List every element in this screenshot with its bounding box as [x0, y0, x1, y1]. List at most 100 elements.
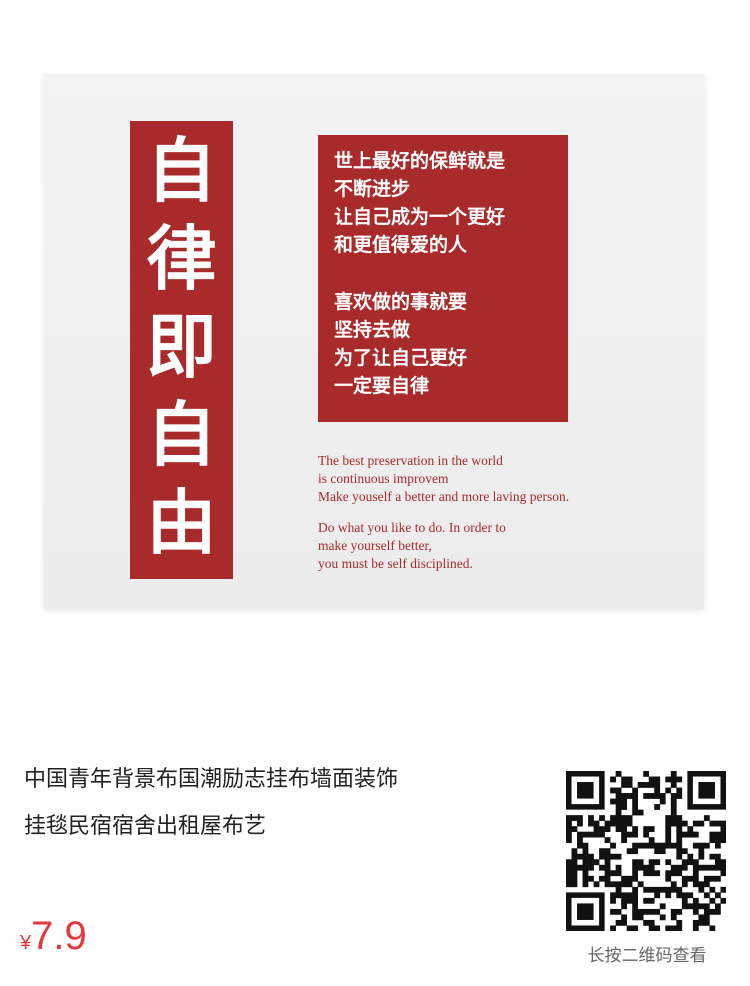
qr-module [632, 804, 639, 810]
qr-module [610, 820, 616, 827]
qr-module [571, 853, 578, 860]
qr-module [566, 815, 572, 821]
qr-module [670, 782, 677, 788]
qr-module [714, 875, 721, 882]
qr-module [714, 864, 721, 871]
qr-module [604, 853, 611, 860]
qr-module [604, 848, 611, 855]
qr-module [582, 848, 589, 855]
qr-module [670, 771, 677, 777]
qr-module [566, 875, 572, 882]
qr-module [676, 776, 683, 783]
qr-module [687, 831, 694, 838]
qr-module [681, 875, 688, 882]
qr-module [577, 831, 583, 838]
qr-module [654, 776, 661, 783]
qr-module [692, 903, 699, 910]
qr-module [632, 831, 639, 838]
qr-module [571, 859, 578, 866]
qr-module [676, 870, 683, 877]
qr-module [714, 908, 721, 915]
qr-module [632, 903, 639, 910]
qr-module [615, 815, 622, 821]
qr-module [648, 864, 655, 871]
qr-module [681, 864, 688, 871]
qr-module [643, 908, 650, 915]
qr-module [648, 842, 655, 849]
qr-module [659, 793, 666, 799]
qr-module [632, 787, 639, 794]
qr-module [665, 842, 672, 849]
qr-module [720, 826, 727, 832]
qr-module [676, 826, 683, 832]
qr-module [610, 897, 616, 904]
qr-module [593, 831, 600, 838]
qr-module [714, 859, 721, 866]
english-quote-line: make yourself better, [318, 538, 432, 553]
qr-code-icon[interactable] [566, 771, 727, 932]
qr-module [621, 881, 627, 888]
quote-line: 为了让自己更好 [334, 347, 468, 369]
qr-module [582, 831, 589, 838]
qr-module [610, 787, 616, 794]
qr-module [654, 870, 661, 877]
qr-module [676, 831, 683, 838]
qr-module [665, 826, 672, 832]
qr-module [692, 831, 699, 838]
qr-module [632, 875, 639, 882]
qr-module [687, 903, 694, 910]
qr-module [593, 881, 600, 888]
qr-module [665, 776, 672, 783]
qr-module [626, 848, 633, 855]
qr-module [692, 908, 699, 915]
qr-module [676, 853, 683, 860]
qr-module [621, 826, 627, 832]
qr-module [637, 881, 644, 888]
qr-module [626, 897, 633, 904]
qr-module [720, 831, 727, 838]
qr-module [637, 864, 644, 871]
qr-module [703, 908, 710, 915]
banner-char: 即 [146, 305, 217, 388]
qr-module [698, 848, 705, 855]
qr-module [643, 782, 650, 788]
qr-module [687, 892, 694, 899]
qr-module [703, 892, 710, 899]
qr-module [681, 831, 688, 838]
qr-module [643, 771, 650, 777]
qr-module [615, 881, 622, 888]
qr-module [566, 881, 572, 888]
qr-finder-pattern [577, 903, 594, 920]
qr-module [714, 903, 721, 910]
qr-module [681, 859, 688, 866]
qr-module [654, 793, 661, 799]
qr-module [703, 875, 710, 882]
qr-module [643, 897, 650, 904]
qr-module [571, 864, 578, 871]
qr-module [571, 870, 578, 877]
qr-module [604, 870, 611, 877]
quote-line: 不断进步 [334, 178, 411, 200]
english-quote-line: The best preservation in the world [318, 453, 503, 468]
qr-module [681, 897, 688, 904]
qr-module [676, 919, 683, 926]
qr-module [698, 886, 705, 893]
qr-module [599, 848, 605, 855]
qr-module [709, 886, 716, 893]
qr-module [659, 798, 666, 805]
qr-module [670, 776, 677, 783]
qr-module [643, 826, 650, 832]
qr-module [648, 837, 655, 844]
qr-module [615, 798, 622, 805]
qr-module [714, 831, 721, 838]
qr-module [670, 798, 677, 805]
product-image: 自 律 即 自 由 世上最好的保鲜就是 不断进步 让自己成为一个更好 和更值得爱… [0, 0, 750, 740]
qr-module [692, 820, 699, 827]
qr-module [670, 864, 677, 871]
qr-module [665, 831, 672, 838]
qr-module [692, 842, 699, 849]
qr-module [643, 793, 650, 799]
qr-module [643, 831, 650, 838]
qr-module [687, 853, 694, 860]
qr-module [632, 809, 639, 816]
